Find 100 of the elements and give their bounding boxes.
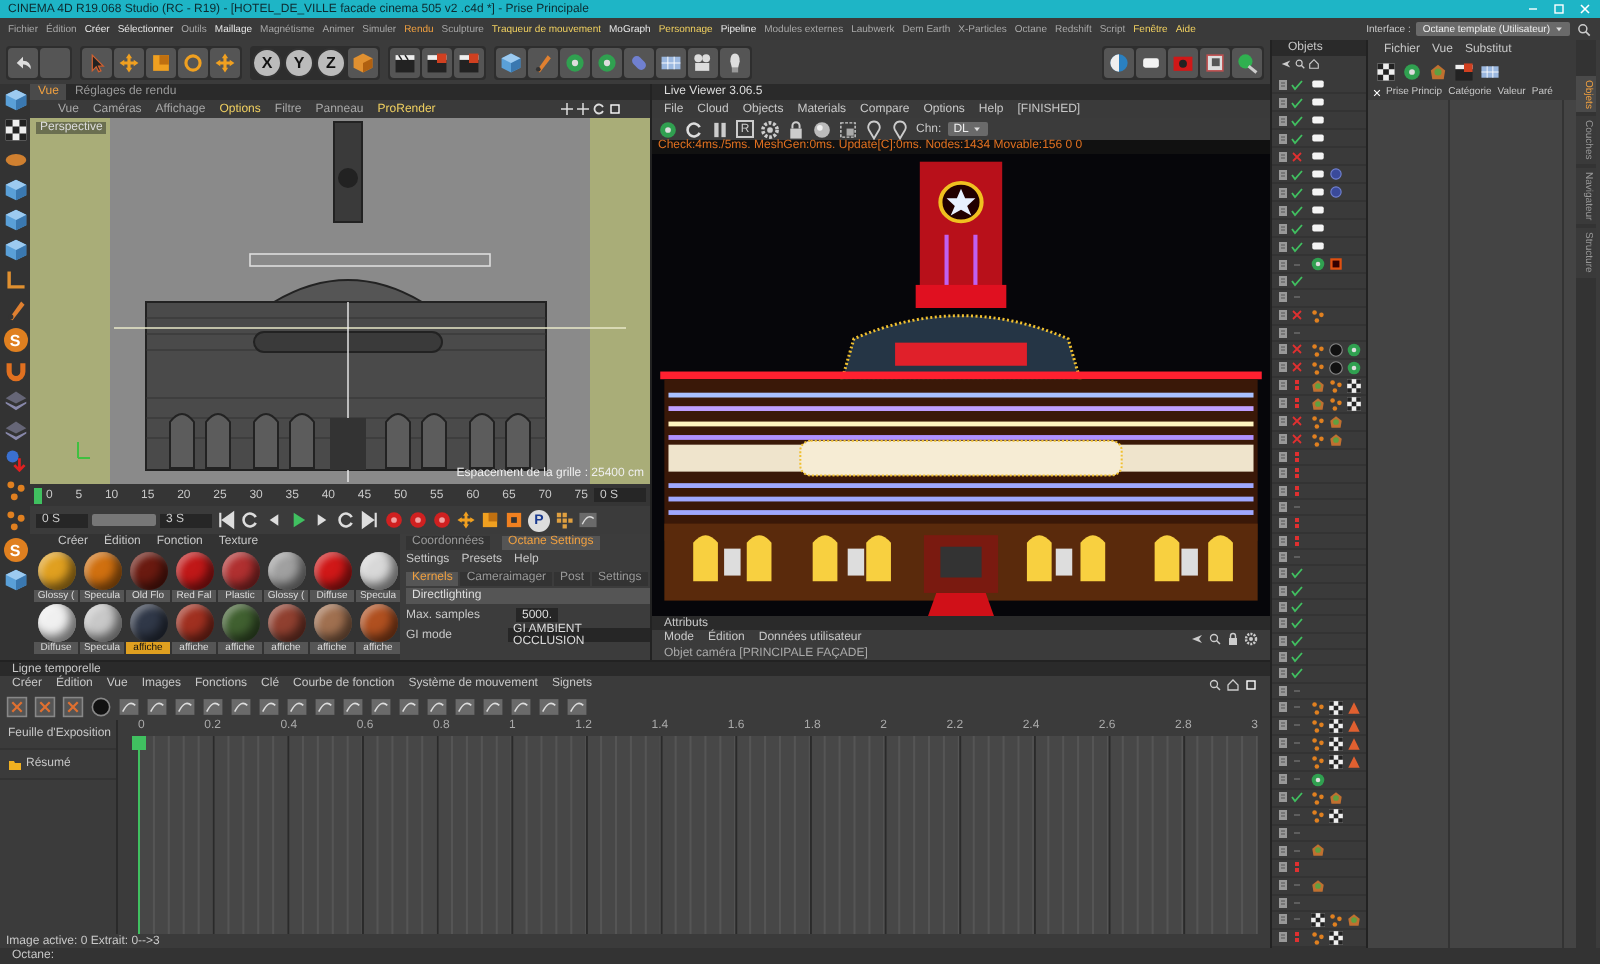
cube-icon[interactable] [3, 238, 27, 262]
toolbar-button[interactable] [592, 47, 622, 77]
home-icon[interactable] [1226, 677, 1240, 691]
curve-tool-icon[interactable] [314, 695, 336, 717]
cross-icon[interactable] [1290, 432, 1304, 447]
curve-tool-icon[interactable] [146, 695, 168, 717]
dots-icon[interactable] [3, 508, 27, 532]
dots-icon[interactable] [1290, 930, 1304, 945]
previous-icon[interactable] [264, 510, 284, 530]
material-swatch[interactable] [359, 552, 397, 590]
cloner-icon[interactable] [1428, 61, 1448, 81]
material-swatch[interactable] [221, 604, 259, 642]
cross-icon[interactable] [1290, 342, 1304, 357]
dots-icon[interactable] [1290, 396, 1304, 411]
toolbar-button[interactable] [114, 47, 144, 77]
toolbar-button[interactable] [1136, 47, 1166, 77]
next-icon[interactable] [312, 510, 332, 530]
toolbar-button[interactable] [178, 47, 208, 77]
curve-tool-icon[interactable] [454, 695, 476, 717]
dots-icon[interactable] [1290, 450, 1304, 465]
material-swatch[interactable] [175, 604, 213, 642]
material-swatch[interactable] [359, 604, 397, 642]
key-tool-icon[interactable] [34, 695, 56, 717]
toolbar-button[interactable] [210, 47, 240, 77]
curve-tool-icon[interactable] [370, 695, 392, 717]
search-icon[interactable] [1208, 677, 1222, 691]
toolbar-button[interactable] [1232, 47, 1262, 77]
material-swatch[interactable] [83, 552, 121, 590]
curve-tool-icon[interactable] [174, 695, 196, 717]
loop-icon[interactable] [240, 510, 260, 530]
checker-icon[interactable] [1376, 61, 1396, 81]
material-swatch[interactable] [267, 552, 305, 590]
pause-icon[interactable] [710, 119, 730, 139]
lock-icon[interactable] [786, 119, 806, 139]
loop-icon[interactable] [684, 119, 704, 139]
search-icon[interactable] [1208, 631, 1222, 645]
magnet-icon[interactable] [3, 358, 27, 382]
pin-icon[interactable] [864, 119, 884, 139]
cube-icon[interactable] [3, 568, 27, 592]
checker-icon[interactable] [3, 118, 27, 142]
layers-icon[interactable] [3, 388, 27, 412]
loop-icon[interactable] [592, 102, 606, 116]
loop-icon[interactable] [336, 510, 356, 530]
navigation-icon[interactable] [576, 102, 590, 116]
close-icon[interactable] [1372, 87, 1382, 97]
pen-icon[interactable] [3, 298, 27, 322]
play-icon[interactable] [288, 510, 308, 530]
cross-icon[interactable] [1290, 414, 1304, 429]
material-swatch[interactable] [221, 552, 259, 590]
toolbar-button[interactable] [496, 47, 526, 77]
curve-tool-icon[interactable] [230, 695, 252, 717]
curve-tool-icon[interactable] [510, 695, 532, 717]
dots-icon[interactable] [1290, 860, 1304, 875]
material-swatch[interactable] [83, 604, 121, 642]
toolbar-button[interactable] [720, 47, 750, 77]
scale-icon[interactable] [480, 510, 500, 530]
key-tool-icon[interactable] [62, 695, 84, 717]
material-swatch[interactable] [37, 604, 75, 642]
axis-button[interactable]: X [252, 47, 282, 77]
toolbar-button[interactable] [422, 47, 452, 77]
material-swatch[interactable] [129, 604, 167, 642]
check-icon[interactable] [1290, 790, 1304, 805]
layers-icon[interactable] [3, 418, 27, 442]
toolbar-button[interactable] [146, 47, 176, 77]
home-icon[interactable] [1308, 58, 1320, 70]
dots-icon[interactable] [1290, 466, 1304, 481]
disc-icon[interactable] [3, 148, 27, 172]
material-swatch[interactable] [267, 604, 305, 642]
axis-button[interactable]: Z [316, 47, 346, 77]
material-swatch[interactable] [175, 552, 213, 590]
curve-tool-icon[interactable] [342, 695, 364, 717]
curve-tool-icon[interactable] [578, 510, 598, 530]
settings-icon[interactable] [1244, 631, 1258, 645]
dots-icon[interactable] [1290, 483, 1304, 498]
navigation-icon[interactable] [560, 102, 574, 116]
key-tool-icon[interactable] [6, 695, 28, 717]
settings-icon[interactable] [760, 119, 780, 139]
toolbar-button[interactable] [560, 47, 590, 77]
axis-icon[interactable] [3, 268, 27, 292]
range-slider[interactable] [92, 514, 156, 526]
curve-tool-icon[interactable] [398, 695, 420, 717]
cube-icon[interactable] [3, 178, 27, 202]
curve-tool-icon[interactable] [426, 695, 448, 717]
curve-tool-icon[interactable] [538, 695, 560, 717]
toolbar-button[interactable] [1104, 47, 1134, 77]
cross-icon[interactable] [1290, 149, 1304, 163]
dots-icon[interactable] [1290, 533, 1304, 548]
spheres-icon[interactable] [3, 448, 27, 472]
dots-icon[interactable] [554, 510, 574, 530]
curve-tool-icon[interactable] [286, 695, 308, 717]
search-icon[interactable] [1294, 58, 1306, 70]
dots-icon[interactable] [3, 478, 27, 502]
cube-icon[interactable] [3, 88, 27, 112]
go-to-start-icon[interactable] [216, 510, 236, 530]
grid-icon[interactable] [1480, 61, 1500, 81]
material-swatch[interactable] [129, 552, 167, 590]
lock-icon[interactable] [1226, 631, 1240, 645]
dots-icon[interactable] [1290, 516, 1304, 531]
material-swatch[interactable] [313, 604, 351, 642]
check-icon[interactable] [1290, 274, 1304, 289]
